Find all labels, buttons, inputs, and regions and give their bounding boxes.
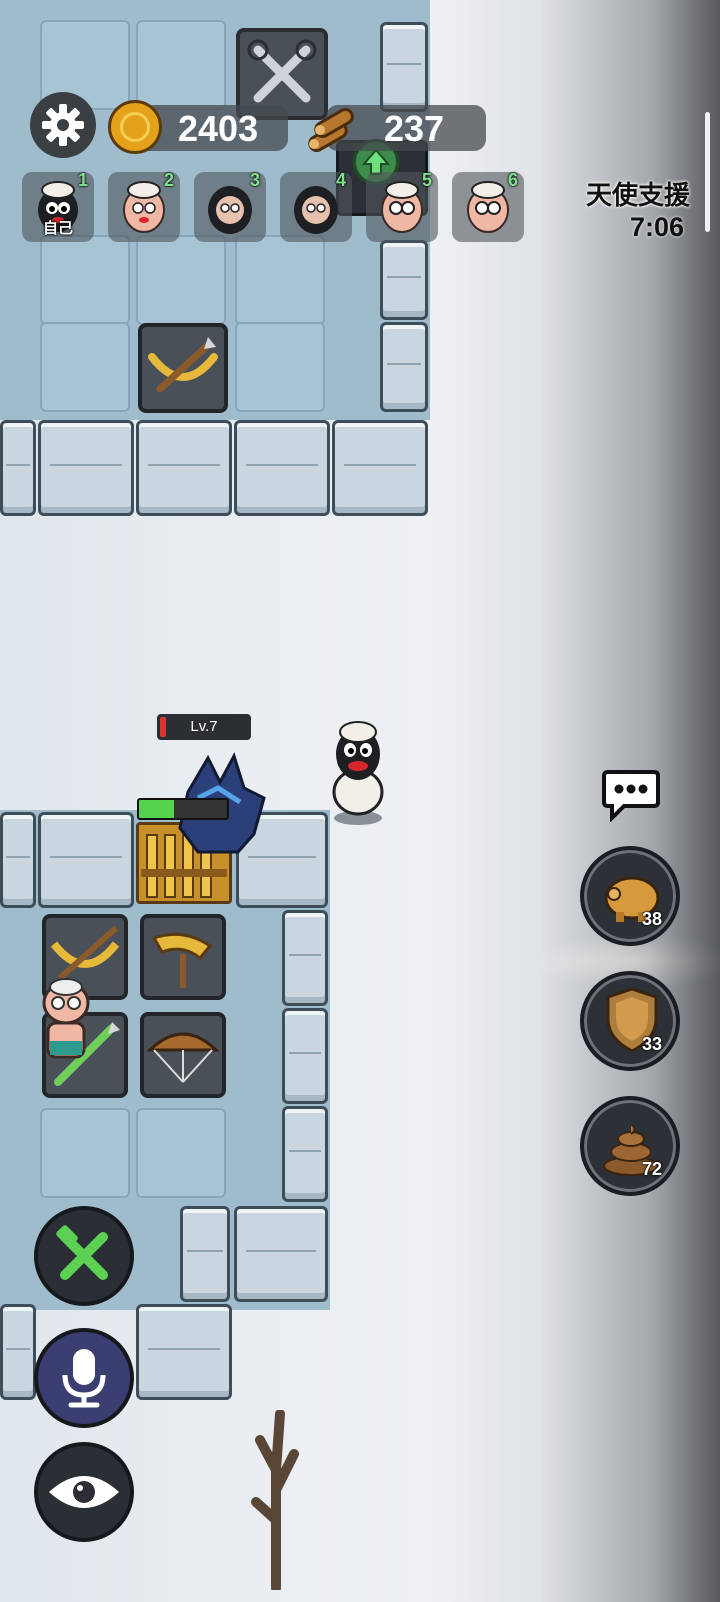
angel-support-timer: 7:06 (629, 212, 684, 242)
stone-wall (234, 420, 330, 516)
chat-bubble-icon (602, 770, 660, 823)
stone-wall (380, 240, 428, 320)
view-button[interactable] (34, 1442, 134, 1542)
stone-wall (380, 22, 428, 112)
stone-wall (38, 420, 134, 516)
wood-icon (304, 104, 360, 154)
poop-count: 72 (641, 1159, 662, 1179)
dead-tree (251, 1410, 299, 1590)
avatar-number: 1 (77, 170, 88, 190)
stone-wall (0, 812, 36, 908)
floor-tile (40, 322, 130, 412)
player-avatar-2[interactable]: 2 (108, 170, 180, 242)
stone-wall (0, 1304, 36, 1400)
boomerang-turret[interactable] (140, 914, 226, 1000)
stone-wall (282, 1106, 328, 1202)
poop-button[interactable]: 72 (580, 1096, 680, 1196)
microphone-icon (62, 1349, 106, 1408)
build-button[interactable] (34, 1206, 134, 1306)
player-avatar-6[interactable]: 6 (452, 170, 524, 242)
coin-icon (108, 100, 162, 154)
piggy-bank-count: 38 (641, 909, 662, 929)
shield-count: 33 (641, 1034, 662, 1054)
floor-tile (235, 322, 325, 412)
stone-wall (136, 1304, 232, 1400)
stone-wall (136, 420, 232, 516)
player-avatar-1[interactable]: 1 自己 (22, 170, 94, 242)
scrollbar[interactable] (705, 112, 710, 232)
enemy-hp-fill (139, 800, 175, 818)
floor-tile (40, 1108, 130, 1198)
shield-button[interactable]: 33 (580, 971, 680, 1071)
avatar-self-label: 自己 (42, 220, 73, 237)
voice-button[interactable] (34, 1328, 134, 1428)
floor-tile (136, 1108, 226, 1198)
stone-wall (38, 812, 134, 908)
chat-button[interactable] (602, 768, 660, 823)
floor-tile (235, 235, 325, 325)
parachute-turret[interactable] (140, 1012, 226, 1098)
coin-count: 2403 (178, 108, 259, 149)
avatar-number: 4 (335, 170, 346, 190)
stone-wall (282, 910, 328, 1006)
angel-support-label: 天使支援 (585, 180, 690, 210)
stone-wall (332, 420, 428, 516)
stone-wall (180, 1206, 230, 1302)
avatar-number: 2 (163, 170, 174, 190)
enemy-level-label: Lv.7 (190, 718, 218, 735)
stone-wall (380, 322, 428, 412)
hammer-wrench-icon (56, 1225, 108, 1280)
crossbow-icon (148, 337, 218, 393)
wood-count: 237 (384, 108, 445, 149)
npc-pig (30, 975, 100, 1075)
stone-wall (234, 1206, 328, 1302)
stone-wall (0, 420, 36, 516)
player-sheep (318, 718, 398, 826)
player-avatar-4[interactable]: 4 (280, 170, 352, 242)
stone-wall (282, 1008, 328, 1104)
gear-icon (42, 104, 84, 146)
avatar-number: 6 (507, 170, 518, 190)
avatar-number: 5 (421, 170, 432, 190)
player-avatar-3[interactable]: 3 (194, 170, 266, 242)
crossbow-turret[interactable] (138, 323, 228, 413)
floor-tile (136, 20, 226, 110)
floor-tile (136, 235, 226, 325)
settings-button[interactable] (30, 92, 96, 158)
eye-icon (49, 1476, 119, 1508)
enemy-level-tag: Lv.7 (157, 714, 251, 740)
piggy-bank-button[interactable]: 38 (580, 846, 680, 946)
player-avatar-5[interactable]: 5 (366, 170, 438, 242)
floor-tile (40, 235, 130, 325)
enemy-hp-bar (137, 798, 229, 820)
avatar-number: 3 (249, 170, 260, 190)
